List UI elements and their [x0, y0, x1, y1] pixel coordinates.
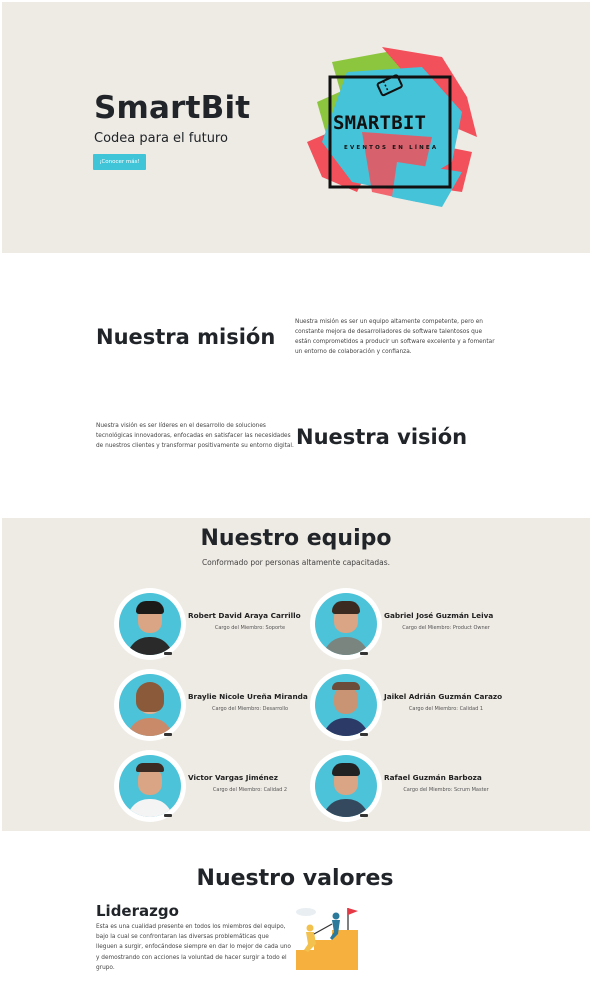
mission-text: Nuestra misión es ser un equipo altament… [295, 319, 495, 355]
logo-text: SMARTBIT [333, 112, 427, 134]
member-role: Cargo del Miembro: Desarrollo [211, 706, 289, 712]
member-avatar [310, 750, 382, 822]
member-role: Cargo del Miembro: Calidad 2 [212, 787, 288, 793]
team-section: Nuestro equipo Conformado por personas a… [2, 518, 590, 831]
team-member-card: Victor Vargas Jiménez Cargo del Miembro:… [114, 750, 314, 822]
hero-section: SmartBit Codea para el futuro ¡Conocer m… [2, 2, 590, 253]
member-avatar [114, 750, 186, 822]
member-role: Cargo del Miembro: Scrum Master [403, 787, 489, 793]
learn-more-button[interactable]: ¡Conocer más! [93, 154, 146, 170]
member-name: Jaikel Adrián Guzmán Carazo [384, 692, 503, 701]
team-member-card: Braylie Nicole Ureña Miranda Cargo del M… [114, 669, 314, 741]
team-member-card: Rafael Guzmán Barboza Cargo del Miembro:… [310, 750, 510, 822]
smartbit-logo: SMARTBIT EVENTOS EN LÍNEA [302, 42, 482, 212]
member-role: Cargo del Miembro: Calidad 1 [408, 706, 484, 712]
team-subtitle: Conformado por personas altamente capaci… [201, 558, 391, 567]
logo-subtext: EVENTOS EN LÍNEA [344, 145, 439, 151]
member-avatar [310, 588, 382, 660]
hero-title: SmartBit [94, 90, 251, 126]
value-name: Liderazgo [96, 902, 179, 920]
team-title: Nuestro equipo [200, 526, 392, 551]
member-avatar [310, 669, 382, 741]
values-title: Nuestro valores [196, 866, 394, 891]
value-text: Esta es una cualidad presente en todos l… [96, 924, 291, 971]
member-name: Braylie Nicole Ureña Miranda [188, 692, 308, 701]
member-name: Robert David Araya Carrillo [188, 611, 301, 620]
member-role: Cargo del Miembro: Product Owner [402, 625, 490, 631]
member-avatar [114, 669, 186, 741]
team-member-card: Jaikel Adrián Guzmán Carazo Cargo del Mi… [310, 669, 510, 741]
member-name: Victor Vargas Jiménez [188, 773, 278, 782]
member-name: Rafael Guzmán Barboza [384, 773, 482, 782]
vision-text: Nuestra visión es ser líderes en el desa… [96, 423, 294, 449]
member-avatar [114, 588, 186, 660]
team-member-card: Gabriel José Guzmán Leiva Cargo del Miem… [310, 588, 510, 660]
vision-title: Nuestra visión [296, 425, 468, 449]
member-name: Gabriel José Guzmán Leiva [384, 611, 494, 620]
member-role: Cargo del Miembro: Soporte [214, 625, 286, 631]
leadership-illustration [292, 904, 362, 970]
hero-subtitle: Codea para el futuro [94, 131, 228, 146]
team-member-card: Robert David Araya Carrillo Cargo del Mi… [114, 588, 314, 660]
mission-title: Nuestra misión [96, 325, 276, 349]
